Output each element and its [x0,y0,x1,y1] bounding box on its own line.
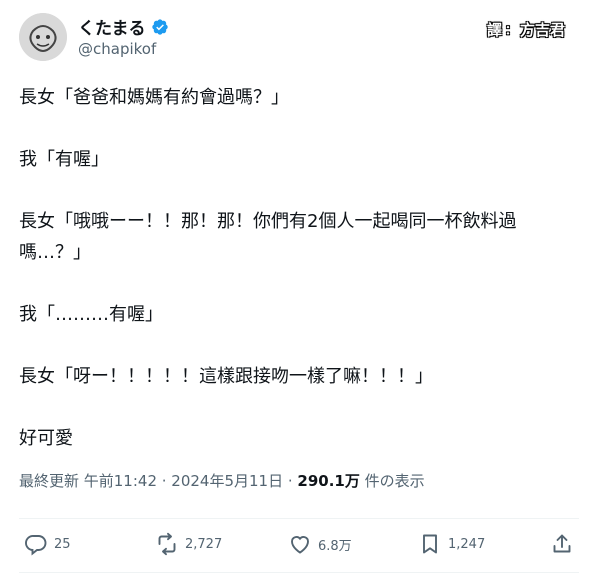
bookmark-button[interactable]: 1,247 [418,532,485,556]
like-count: 6.8万 [318,538,352,554]
reply-count: 25 [54,536,71,552]
divider [19,518,579,519]
action-bar: 25 2,727 6.8万 1,247 [0,526,598,566]
share-icon [553,534,571,553]
avatar-image [19,13,67,61]
tweet-metadata: 最終更新 午前11:42 · 2024年5月11日 · 290.1万 件の表示 [19,470,425,491]
tweet-line: 我「………有喔」 [19,304,163,325]
reply-button[interactable]: 25 [24,532,71,556]
share-button[interactable] [550,532,574,556]
tweet-header: くたまる @chapikof 譯 ： 方吉君 [0,0,598,70]
divider [19,572,579,573]
watermark-separator: ： [505,22,518,37]
watermark-name: 方吉君 [520,20,566,39]
watermark-label: 譯 [487,20,503,39]
tweet-text: 長女「爸爸和媽媽有約會過嗎？」 我「有喔」長女「哦哦ーー！！那！那！你們有2個人一… [19,82,579,454]
bookmark-icon [423,534,437,554]
avatar[interactable] [19,13,67,61]
repost-icon [158,532,176,556]
tweet-line: 長女「哦哦ーー！！那！那！你們有2個人一起喝同一杯飲料過 [19,211,517,232]
tweet-line: 嗎…？」 [19,242,91,263]
tweet-line: 長女「呀ー！！！！！這樣跟接吻一樣了嘛！！！」 [19,366,433,387]
like-icon [291,536,309,554]
verified-badge-icon [151,18,168,35]
tweet-line: 好可愛 [19,428,73,449]
translator-watermark: 譯 ： 方吉君 [487,18,565,40]
like-button[interactable]: 6.8万 [288,532,352,556]
view-count: 290.1万 [297,472,360,490]
user-handle[interactable]: @chapikof [78,40,156,58]
tweet-timestamp[interactable]: 最終更新 午前11:42 · 2024年5月11日 · [19,472,297,490]
bookmark-count: 1,247 [448,536,486,552]
reply-icon [25,535,47,556]
view-count-suffix: 件の表示 [359,472,425,490]
tweet-line: 長女「爸爸和媽媽有約會過嗎？」 [19,87,289,108]
tweet-line: 我「有喔」 [19,149,109,170]
repost-button[interactable]: 2,727 [155,532,222,556]
display-name[interactable]: くたまる [78,14,169,39]
repost-count: 2,727 [185,536,223,552]
display-name-text: くたまる [78,19,146,39]
